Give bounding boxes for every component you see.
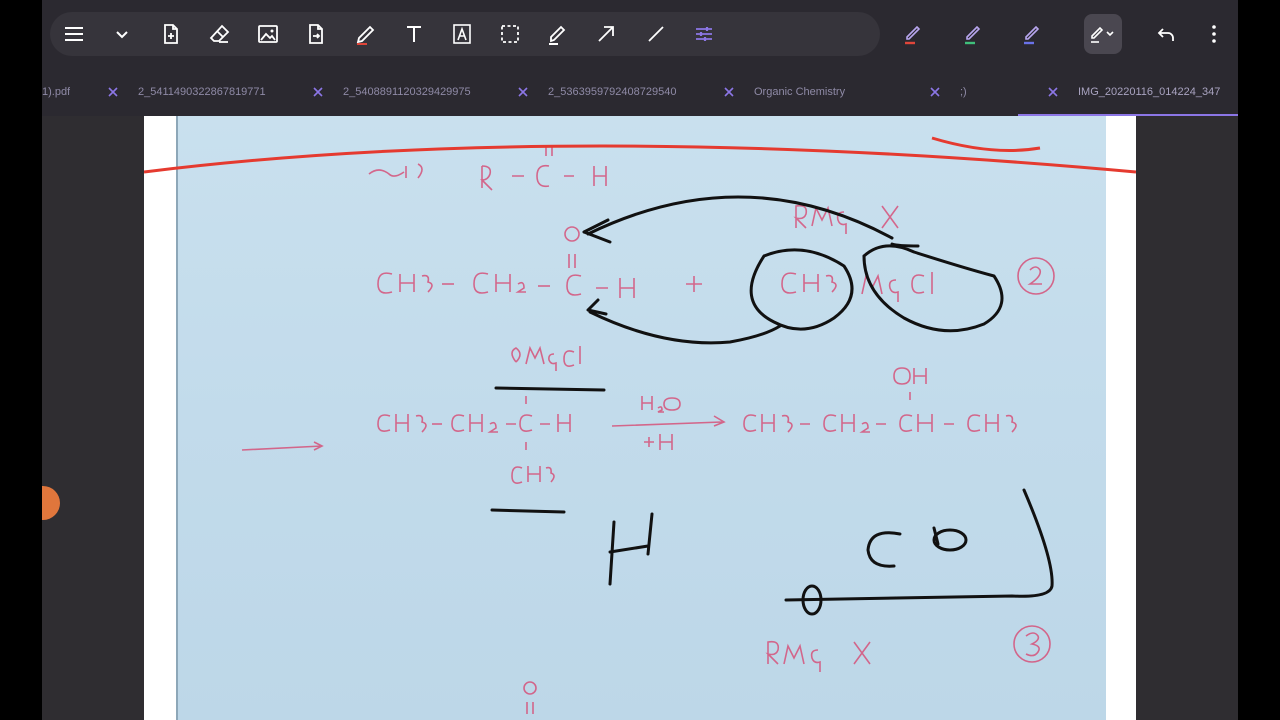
undo-icon[interactable] bbox=[1148, 16, 1184, 52]
tab-item[interactable]: 2_5408891120329429975 bbox=[311, 68, 511, 116]
pen-icon[interactable] bbox=[348, 16, 384, 52]
document-page[interactable] bbox=[144, 116, 1136, 720]
tab-label: 2_5363959792408729540 bbox=[548, 86, 677, 98]
tab-label: 1).pdf bbox=[42, 86, 71, 98]
chevron-down-icon[interactable] bbox=[104, 16, 140, 52]
add-page-icon[interactable] bbox=[153, 16, 189, 52]
board-handwriting bbox=[241, 146, 1055, 714]
close-icon[interactable] bbox=[1046, 85, 1060, 99]
lasso-select-icon[interactable] bbox=[492, 16, 528, 52]
green-pen-icon[interactable] bbox=[956, 16, 992, 52]
pen-style-dropdown-icon[interactable] bbox=[1084, 14, 1122, 54]
close-icon[interactable] bbox=[722, 85, 736, 99]
close-icon[interactable] bbox=[311, 85, 325, 99]
highlighter-icon[interactable] bbox=[540, 16, 576, 52]
close-icon[interactable] bbox=[106, 85, 120, 99]
red-pen-icon[interactable] bbox=[896, 16, 932, 52]
eraser-icon[interactable] bbox=[202, 16, 238, 52]
tab-label: ;) bbox=[960, 86, 967, 98]
more-vertical-icon[interactable] bbox=[1196, 16, 1232, 52]
tab-item-active[interactable]: IMG_20220116_014224_347 bbox=[1046, 68, 1238, 116]
tab-item[interactable]: Organic Chemistry bbox=[722, 68, 922, 116]
image-icon[interactable] bbox=[250, 16, 286, 52]
arrow-icon[interactable] bbox=[588, 16, 624, 52]
tab-item[interactable]: 1).pdf bbox=[42, 68, 106, 116]
blue-pen-icon[interactable] bbox=[1015, 16, 1051, 52]
close-icon[interactable] bbox=[928, 85, 942, 99]
settings-sliders-icon[interactable] bbox=[686, 16, 722, 52]
tab-label: Organic Chemistry bbox=[754, 86, 846, 98]
export-file-icon[interactable] bbox=[298, 16, 334, 52]
black-annotations bbox=[490, 195, 1054, 616]
menu-icon[interactable] bbox=[56, 16, 92, 52]
tab-item[interactable]: 2_5363959792408729540 bbox=[516, 68, 716, 116]
tab-bar: 1).pdf 2_5411490322867819771 2_540889112… bbox=[42, 68, 1238, 116]
app-window: 1).pdf 2_5411490322867819771 2_540889112… bbox=[42, 0, 1238, 720]
tab-label: 2_5408891120329429975 bbox=[343, 86, 471, 98]
tab-label: 2_5411490322867819771 bbox=[138, 86, 266, 98]
tab-label: IMG_20220116_014224_347 bbox=[1078, 86, 1221, 98]
close-icon[interactable] bbox=[516, 85, 530, 99]
tab-item[interactable]: ;) bbox=[928, 68, 1018, 116]
text-icon[interactable] bbox=[396, 16, 432, 52]
toolbar bbox=[42, 0, 1238, 68]
text-box-icon[interactable] bbox=[444, 16, 480, 52]
annotation-canvas bbox=[144, 136, 1136, 714]
tab-item[interactable]: 2_5411490322867819771 bbox=[106, 68, 306, 116]
line-icon[interactable] bbox=[638, 16, 674, 52]
